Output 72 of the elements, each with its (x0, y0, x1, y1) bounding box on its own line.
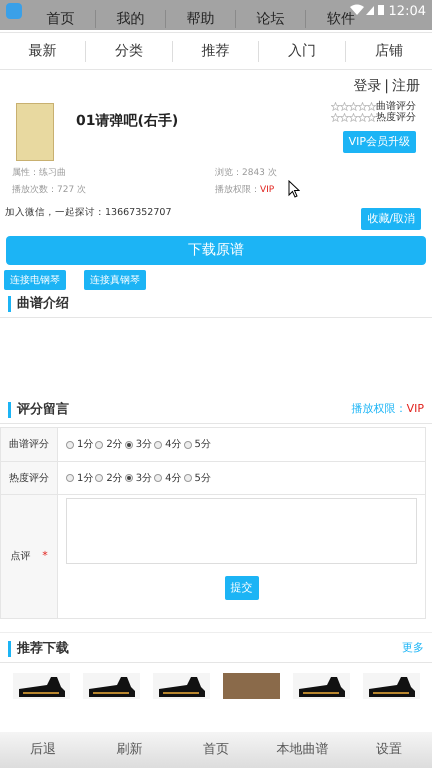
required-mark: * (42, 548, 48, 564)
wechat-text: 加入微信，一起探讨：13667352707 (5, 206, 172, 220)
rating-option[interactable]: 2分 (95, 470, 123, 486)
category-tab[interactable]: 入门 (259, 40, 346, 62)
attribute-text: 播放权限：VIP (214, 184, 274, 196)
comment-input-field[interactable] (66, 498, 417, 564)
nav-link[interactable]: 首页 (26, 10, 96, 28)
bottom-nav-button[interactable]: 本地曲谱 (259, 740, 346, 760)
empty-star-icon (367, 113, 376, 122)
rating-option[interactable]: 2分 (95, 437, 123, 452)
mouse-cursor-icon (288, 180, 300, 198)
empty-star-icon (349, 102, 358, 111)
section-marker (8, 640, 11, 656)
category-tab[interactable]: 分类 (86, 40, 173, 62)
section-marker (8, 296, 11, 312)
bottom-nav-button[interactable]: 后退 (0, 740, 86, 760)
nav-link[interactable]: 软件 (306, 10, 376, 28)
section-title: 曲谱介绍 (17, 294, 69, 313)
rating-label: 曲谱评分 (376, 101, 416, 112)
permission-text: 播放权限：VIP (352, 401, 424, 418)
piano-drawing (86, 675, 136, 699)
empty-star-icon (331, 102, 340, 111)
category-tab[interactable]: 店铺 (346, 40, 432, 62)
field-label: 热度评分 (9, 472, 49, 486)
bottom-nav-button[interactable]: 设置 (346, 740, 432, 760)
nav-link[interactable]: 帮助 (166, 10, 236, 28)
empty-star-icon (340, 102, 349, 111)
piano-drawing (16, 675, 66, 699)
section-title: 评分留言 (17, 400, 69, 419)
empty-star-icon (349, 113, 358, 122)
category-tab[interactable]: 最新 (0, 40, 86, 62)
piano-drawing (366, 675, 416, 699)
empty-star-icon (340, 113, 349, 122)
nav-link[interactable]: 论坛 (236, 10, 306, 28)
rating-option[interactable]: 4分 (154, 470, 182, 486)
rating-option[interactable]: 3分 (124, 437, 152, 452)
rating-label: 热度评分 (376, 112, 416, 123)
rating-option[interactable]: 1分 (66, 470, 94, 486)
rating-option[interactable]: 5分 (184, 437, 211, 452)
book-cover-image (16, 103, 54, 161)
attribute-text: 属性：练习曲 (12, 167, 66, 180)
song-title: 01请弹吧(右手) (76, 112, 180, 131)
piano-thumbnail[interactable] (83, 673, 140, 699)
piano-thumbnail[interactable] (363, 673, 420, 699)
piano-thumbnail[interactable] (293, 673, 350, 699)
login-link[interactable]: 登录 (353, 76, 382, 97)
bottom-nav-button[interactable]: 刷新 (86, 740, 173, 760)
empty-star-icon (331, 113, 340, 122)
field-label: 点评 (10, 550, 30, 564)
register-link[interactable]: 注册 (392, 76, 420, 97)
section-title: 推荐下载 (17, 640, 69, 658)
piano-thumbnail[interactable] (153, 673, 210, 699)
nav-link[interactable]: 我的 (96, 10, 166, 28)
section-marker (8, 402, 11, 418)
attribute-text: 播放次数：727 次 (12, 184, 86, 196)
piano-thumbnail[interactable] (13, 673, 70, 699)
rating-option[interactable]: 5分 (184, 470, 211, 486)
field-label: 曲谱评分 (9, 438, 49, 452)
clock: 12:04 (388, 3, 426, 21)
attribute-text: 浏览：2843 次 (214, 167, 277, 180)
app-icon (6, 3, 22, 19)
separator: | (384, 77, 389, 96)
rating-option[interactable]: 1分 (66, 437, 94, 452)
rating-option[interactable]: 4分 (154, 437, 182, 452)
bottom-nav-button[interactable]: 首页 (172, 740, 260, 760)
empty-star-icon (358, 113, 367, 122)
piano-drawing (156, 675, 206, 699)
piano-drawing (296, 675, 346, 699)
empty-star-icon (358, 102, 367, 111)
empty-star-icon (367, 102, 376, 111)
category-tab[interactable]: 推荐 (172, 40, 260, 62)
rating-option[interactable]: 3分 (124, 470, 152, 486)
